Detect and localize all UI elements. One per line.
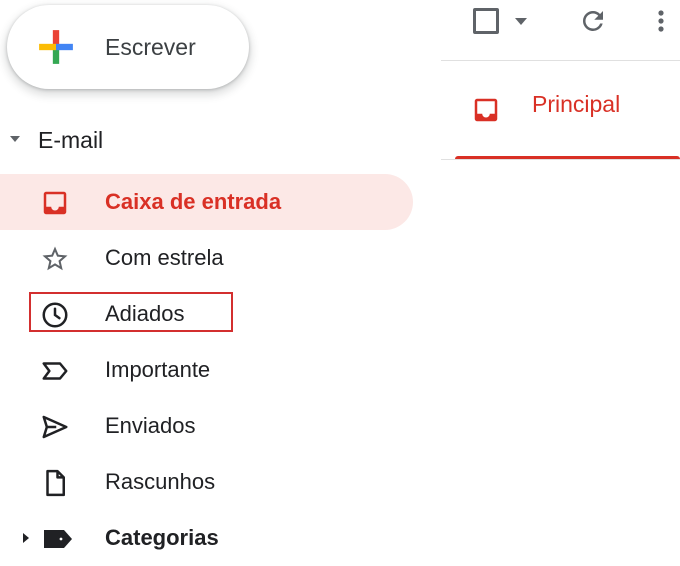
sidebar-item-label: Importante xyxy=(105,357,211,382)
sidebar-item-drafts[interactable]: Rascunhos xyxy=(0,454,413,510)
multicolor-plus-icon xyxy=(39,30,73,64)
inbox-icon xyxy=(43,191,67,215)
caret-down-icon xyxy=(10,136,20,142)
sidebar-item-categories[interactable]: Categorias xyxy=(0,510,413,566)
sidebar-item-label: Caixa de entrada xyxy=(105,189,282,214)
tabs-divider xyxy=(441,159,680,160)
inbox-icon xyxy=(474,98,498,122)
sidebar-item-important[interactable]: Importante xyxy=(0,342,413,398)
sidebar-item-label: Enviados xyxy=(105,413,196,438)
label-icon xyxy=(44,530,72,548)
important-label-icon xyxy=(42,362,68,380)
clock-icon xyxy=(42,302,68,328)
draft-file-icon xyxy=(46,469,65,497)
sidebar-item-snoozed[interactable]: Adiados xyxy=(0,286,413,342)
caret-right-icon xyxy=(23,533,29,543)
sidebar-item-label: Com estrela xyxy=(105,245,224,270)
sidebar-item-inbox[interactable]: Caixa de entrada xyxy=(0,174,413,230)
compose-label: Escrever xyxy=(105,34,196,60)
send-icon xyxy=(42,415,68,439)
select-all-checkbox[interactable] xyxy=(473,8,499,34)
tab-primary[interactable]: Principal xyxy=(455,61,680,160)
sidebar-item-sent[interactable]: Enviados xyxy=(0,398,413,454)
sidebar-item-label: Categorias xyxy=(105,525,219,550)
mail-section-label: E-mail xyxy=(38,127,104,153)
tab-label: Principal xyxy=(532,91,621,117)
refresh-icon[interactable] xyxy=(578,6,608,36)
caret-down-icon[interactable] xyxy=(513,15,529,27)
more-vertical-icon[interactable] xyxy=(651,6,671,36)
sidebar-item-starred[interactable]: Com estrela xyxy=(0,230,413,286)
mail-section-header[interactable]: E-mail xyxy=(0,118,300,162)
sidebar-item-label: Rascunhos xyxy=(105,469,216,494)
star-icon xyxy=(42,246,68,271)
sidebar-item-label: Adiados xyxy=(105,301,185,326)
compose-button[interactable]: Escrever xyxy=(7,5,249,89)
